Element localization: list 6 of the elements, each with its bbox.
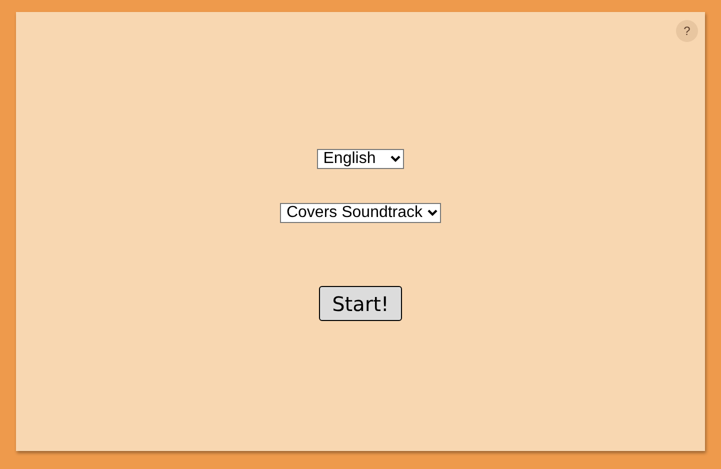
language-select[interactable]: English [317,149,404,169]
help-button[interactable]: ? [676,20,698,42]
soundtrack-select[interactable]: Covers Soundtrack [280,203,441,223]
start-button[interactable]: Start! [319,286,402,321]
chevron-down-icon [426,209,438,217]
chevron-down-icon [390,155,401,163]
